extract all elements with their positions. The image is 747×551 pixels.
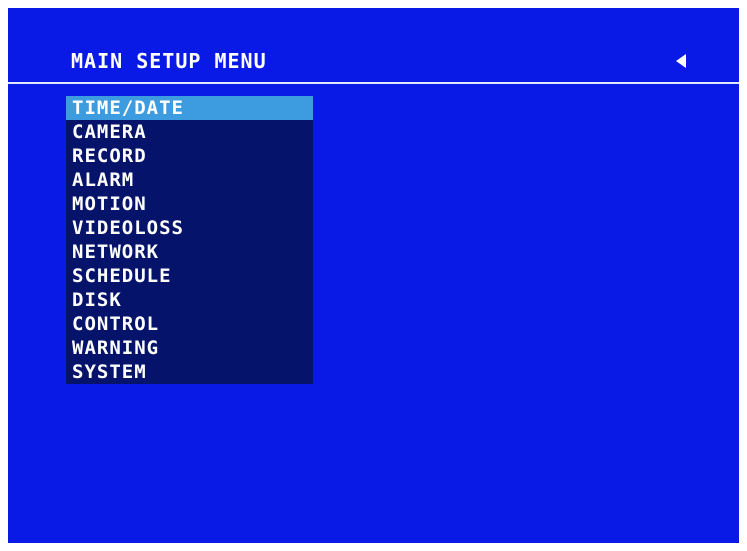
menu-item-videoloss[interactable]: VIDEOLOSS <box>66 216 313 240</box>
menu-item-disk[interactable]: DISK <box>66 288 313 312</box>
menu-item-alarm[interactable]: ALARM <box>66 168 313 192</box>
menu-item-warning[interactable]: WARNING <box>66 336 313 360</box>
menu-header: MAIN SETUP MENU <box>8 8 739 84</box>
main-setup-menu: TIME/DATE CAMERA RECORD ALARM MOTION VID… <box>66 96 313 384</box>
back-arrow-icon[interactable] <box>676 54 686 68</box>
menu-item-control[interactable]: CONTROL <box>66 312 313 336</box>
menu-item-record[interactable]: RECORD <box>66 144 313 168</box>
menu-item-camera[interactable]: CAMERA <box>66 120 313 144</box>
menu-item-schedule[interactable]: SCHEDULE <box>66 264 313 288</box>
header-divider <box>8 82 739 84</box>
setup-screen: MAIN SETUP MENU TIME/DATE CAMERA RECORD … <box>8 8 739 543</box>
page-title: MAIN SETUP MENU <box>71 49 267 73</box>
menu-item-system[interactable]: SYSTEM <box>66 360 313 384</box>
menu-item-motion[interactable]: MOTION <box>66 192 313 216</box>
menu-item-network[interactable]: NETWORK <box>66 240 313 264</box>
menu-item-time-date[interactable]: TIME/DATE <box>66 96 313 120</box>
